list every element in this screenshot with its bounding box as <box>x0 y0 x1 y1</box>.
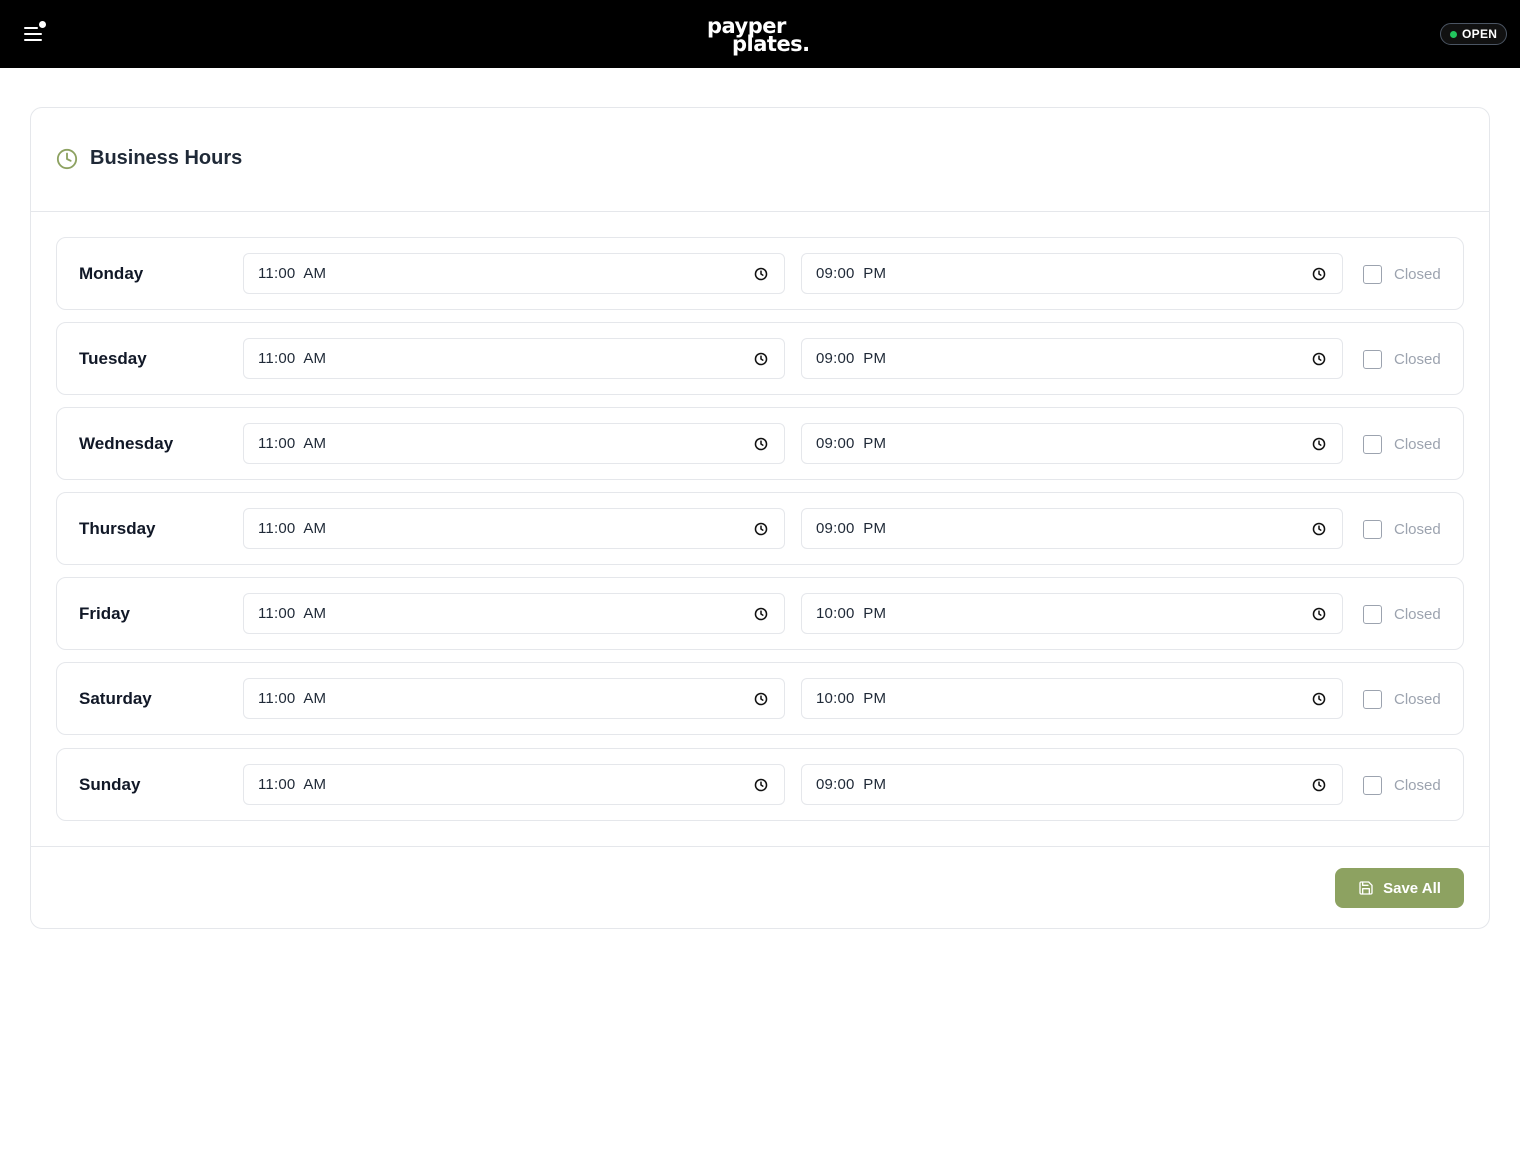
clock-icon[interactable] <box>1312 267 1326 281</box>
day-row-friday: Friday 11:00 AM 10:00 PM Closed <box>56 577 1464 650</box>
status-label: OPEN <box>1462 27 1498 41</box>
menu-icon-line <box>24 33 42 35</box>
closed-checkbox[interactable] <box>1363 434 1382 454</box>
closed-checkbox[interactable] <box>1363 349 1382 369</box>
card-footer: Save All <box>31 846 1489 928</box>
card-header: Business Hours <box>31 108 1489 212</box>
closed-checkbox[interactable] <box>1363 519 1382 539</box>
day-label: Wednesday <box>79 434 174 453</box>
open-time-value: 11:00 AM <box>258 435 327 452</box>
top-bar: payper plates. OPEN <box>0 0 1520 68</box>
close-time-input[interactable]: 10:00 PM <box>801 678 1343 719</box>
open-time-value: 11:00 AM <box>258 520 327 537</box>
clock-icon[interactable] <box>754 352 768 366</box>
status-indicator-icon <box>1450 30 1457 38</box>
closed-label: Closed <box>1394 520 1441 538</box>
open-time-input[interactable]: 11:00 AM <box>243 253 785 294</box>
clock-icon[interactable] <box>1312 692 1326 706</box>
save-all-button[interactable]: Save All <box>1335 868 1464 908</box>
closed-toggle[interactable]: Closed <box>1363 348 1441 370</box>
close-time-value: 09:00 PM <box>816 435 887 452</box>
clock-icon <box>56 148 78 170</box>
day-label: Saturday <box>79 689 152 708</box>
close-time-value: 09:00 PM <box>816 776 887 793</box>
closed-toggle[interactable]: Closed <box>1363 774 1441 796</box>
page-title: Business Hours <box>90 147 243 169</box>
open-time-input[interactable]: 11:00 AM <box>243 764 785 805</box>
close-time-input[interactable]: 09:00 PM <box>801 508 1343 549</box>
day-label: Monday <box>79 264 144 283</box>
save-icon <box>1359 881 1373 895</box>
close-time-value: 09:00 PM <box>816 265 887 282</box>
open-time-input[interactable]: 11:00 AM <box>243 423 785 464</box>
save-all-label: Save All <box>1383 879 1441 897</box>
status-badge[interactable]: OPEN <box>1440 23 1507 45</box>
day-row-thursday: Thursday 11:00 AM 09:00 PM Closed <box>56 492 1464 565</box>
notification-dot <box>39 21 46 28</box>
closed-toggle[interactable]: Closed <box>1363 603 1441 625</box>
clock-icon[interactable] <box>1312 778 1326 792</box>
day-label: Friday <box>79 604 131 623</box>
clock-icon[interactable] <box>1312 437 1326 451</box>
closed-label: Closed <box>1394 435 1441 453</box>
day-row-tuesday: Tuesday 11:00 AM 09:00 PM Closed <box>56 322 1464 395</box>
close-time-input[interactable]: 09:00 PM <box>801 253 1343 294</box>
open-time-input[interactable]: 11:00 AM <box>243 338 785 379</box>
clock-icon[interactable] <box>754 522 768 536</box>
brand-logo: payper plates. <box>700 12 820 56</box>
closed-checkbox[interactable] <box>1363 689 1382 709</box>
open-time-input[interactable]: 11:00 AM <box>243 593 785 634</box>
day-row-saturday: Saturday 11:00 AM 10:00 PM Closed <box>56 662 1464 735</box>
closed-toggle[interactable]: Closed <box>1363 518 1441 540</box>
day-label: Thursday <box>79 519 156 538</box>
day-row-monday: Monday 11:00 AM 09:00 PM Closed <box>56 237 1464 310</box>
clock-icon[interactable] <box>754 607 768 621</box>
open-time-value: 11:00 AM <box>258 265 327 282</box>
day-row-wednesday: Wednesday 11:00 AM 09:00 PM Closed <box>56 407 1464 480</box>
closed-checkbox[interactable] <box>1363 604 1382 624</box>
day-label: Tuesday <box>79 349 147 368</box>
open-time-input[interactable]: 11:00 AM <box>243 508 785 549</box>
clock-icon[interactable] <box>754 692 768 706</box>
closed-toggle[interactable]: Closed <box>1363 688 1441 710</box>
clock-icon[interactable] <box>754 778 768 792</box>
closed-toggle[interactable]: Closed <box>1363 433 1441 455</box>
clock-icon[interactable] <box>1312 607 1326 621</box>
closed-toggle[interactable]: Closed <box>1363 263 1441 285</box>
open-time-value: 11:00 AM <box>258 776 327 793</box>
close-time-input[interactable]: 09:00 PM <box>801 338 1343 379</box>
menu-icon <box>24 27 38 29</box>
close-time-value: 09:00 PM <box>816 520 887 537</box>
closed-label: Closed <box>1394 605 1441 623</box>
closed-label: Closed <box>1394 776 1441 794</box>
clock-icon[interactable] <box>754 267 768 281</box>
closed-label: Closed <box>1394 350 1441 368</box>
clock-icon[interactable] <box>754 437 768 451</box>
open-time-value: 11:00 AM <box>258 605 327 622</box>
open-time-value: 11:00 AM <box>258 350 327 367</box>
day-row-sunday: Sunday 11:00 AM 09:00 PM Closed <box>56 748 1464 821</box>
closed-checkbox[interactable] <box>1363 264 1382 284</box>
open-time-value: 11:00 AM <box>258 690 327 707</box>
closed-label: Closed <box>1394 265 1441 283</box>
close-time-value: 10:00 PM <box>816 690 887 707</box>
brand-logo-line2: plates. <box>732 32 810 56</box>
closed-label: Closed <box>1394 690 1441 708</box>
menu-icon-line <box>24 39 42 41</box>
close-time-value: 09:00 PM <box>816 350 887 367</box>
close-time-input[interactable]: 09:00 PM <box>801 423 1343 464</box>
business-hours-card: Business Hours Monday 11:00 AM 09:00 PM … <box>30 107 1490 929</box>
close-time-input[interactable]: 10:00 PM <box>801 593 1343 634</box>
closed-checkbox[interactable] <box>1363 775 1382 795</box>
day-label: Sunday <box>79 775 141 794</box>
open-time-input[interactable]: 11:00 AM <box>243 678 785 719</box>
clock-icon[interactable] <box>1312 352 1326 366</box>
close-time-input[interactable]: 09:00 PM <box>801 764 1343 805</box>
close-time-value: 10:00 PM <box>816 605 887 622</box>
menu-button[interactable] <box>22 20 50 46</box>
clock-icon[interactable] <box>1312 522 1326 536</box>
